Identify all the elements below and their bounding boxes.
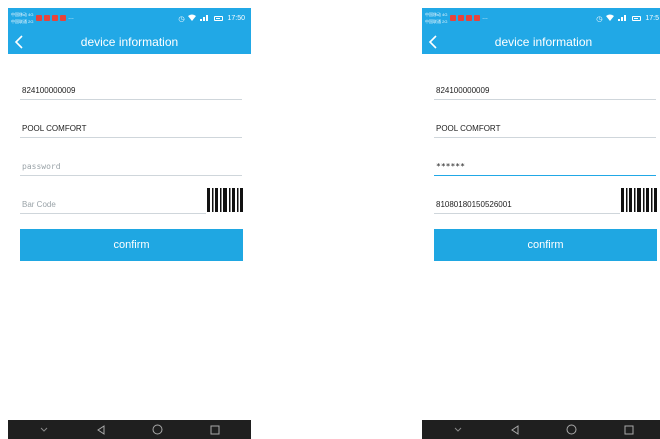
notification-icon [474,15,480,21]
bar-code-field [20,194,206,214]
bar-code-input[interactable] [20,195,206,214]
home-circle-icon[interactable] [565,423,579,437]
device-name-input[interactable] [20,119,242,138]
page-title: device information [80,35,179,49]
barcode-icon [207,188,243,212]
device-id-field [20,80,242,100]
back-triangle-icon[interactable] [508,423,522,437]
device-id-field [434,80,656,100]
password-input[interactable] [20,157,242,176]
chevron-left-icon [14,35,23,49]
notification-icon [458,15,464,21]
carrier-line-1: 中国移动 4G [11,12,34,17]
chevron-down-icon[interactable] [37,423,51,437]
notification-icons: … [36,15,78,21]
back-triangle-icon[interactable] [94,423,108,437]
android-navigation-bar [8,420,251,439]
home-circle-icon[interactable] [151,423,165,437]
device-name-field [20,118,242,138]
signal-icon [618,14,628,23]
system-icons: ◷ 17:50 [178,14,245,23]
signal-icon [200,14,210,23]
scan-barcode-button[interactable] [207,188,243,212]
notification-icons: … [450,15,492,21]
carrier-line-1: 中国移动 4G [425,12,448,17]
system-icons: ◷ 17:5 [596,14,659,23]
bar-code-field [434,194,620,214]
more-notifications-icon: … [482,15,488,21]
status-bar: 中国移动 4G 中国联通 2G … ◷ 17:50 [8,8,251,30]
alarm-icon: ◷ [596,15,603,23]
back-button[interactable] [14,32,32,52]
device-id-input[interactable] [434,81,656,100]
carrier-line-2: 中国联通 2G [425,19,448,24]
notification-icon [36,15,42,21]
carrier-info: 中国移动 4G 中国联通 2G [11,11,33,25]
confirm-button[interactable]: confirm [20,229,243,261]
notification-icon [466,15,472,21]
device-id-input[interactable] [20,81,242,100]
recents-square-icon[interactable] [208,423,222,437]
notification-icon [450,15,456,21]
back-button[interactable] [428,32,446,52]
device-name-input[interactable] [434,119,656,138]
chevron-left-icon [428,35,437,49]
password-input[interactable] [434,157,656,176]
chevron-down-icon[interactable] [451,423,465,437]
battery-icon [214,16,224,21]
confirm-button[interactable]: confirm [434,229,657,261]
more-notifications-icon: … [68,15,74,21]
carrier-info: 中国移动 4G 中国联通 2G [425,11,447,25]
battery-icon [632,16,642,21]
notification-icon [52,15,58,21]
wifi-icon [188,14,197,23]
device-name-field [434,118,656,138]
recents-square-icon[interactable] [622,423,636,437]
wifi-icon [606,14,615,23]
clock: 17:50 [227,15,245,22]
notification-icon [60,15,66,21]
password-field [20,156,242,176]
status-bar: 中国移动 4G 中国联通 2G … ◷ 17:5 [422,8,660,30]
android-navigation-bar [422,420,660,439]
scan-barcode-button[interactable] [621,188,657,212]
bar-code-input[interactable] [434,195,620,214]
phone-screen-left: 中国移动 4G 中国联通 2G … ◷ 17:50 device informa… [8,8,251,439]
barcode-icon [621,188,657,212]
notification-icon [44,15,50,21]
page-title: device information [494,35,593,49]
app-bar: device information [422,30,660,54]
clock: 17:5 [645,15,659,22]
alarm-icon: ◷ [178,15,185,23]
password-field [434,156,656,176]
phone-screen-right: 中国移动 4G 中国联通 2G … ◷ 17:5 device informat… [422,8,660,439]
app-bar: device information [8,30,251,54]
carrier-line-2: 中国联通 2G [11,19,34,24]
